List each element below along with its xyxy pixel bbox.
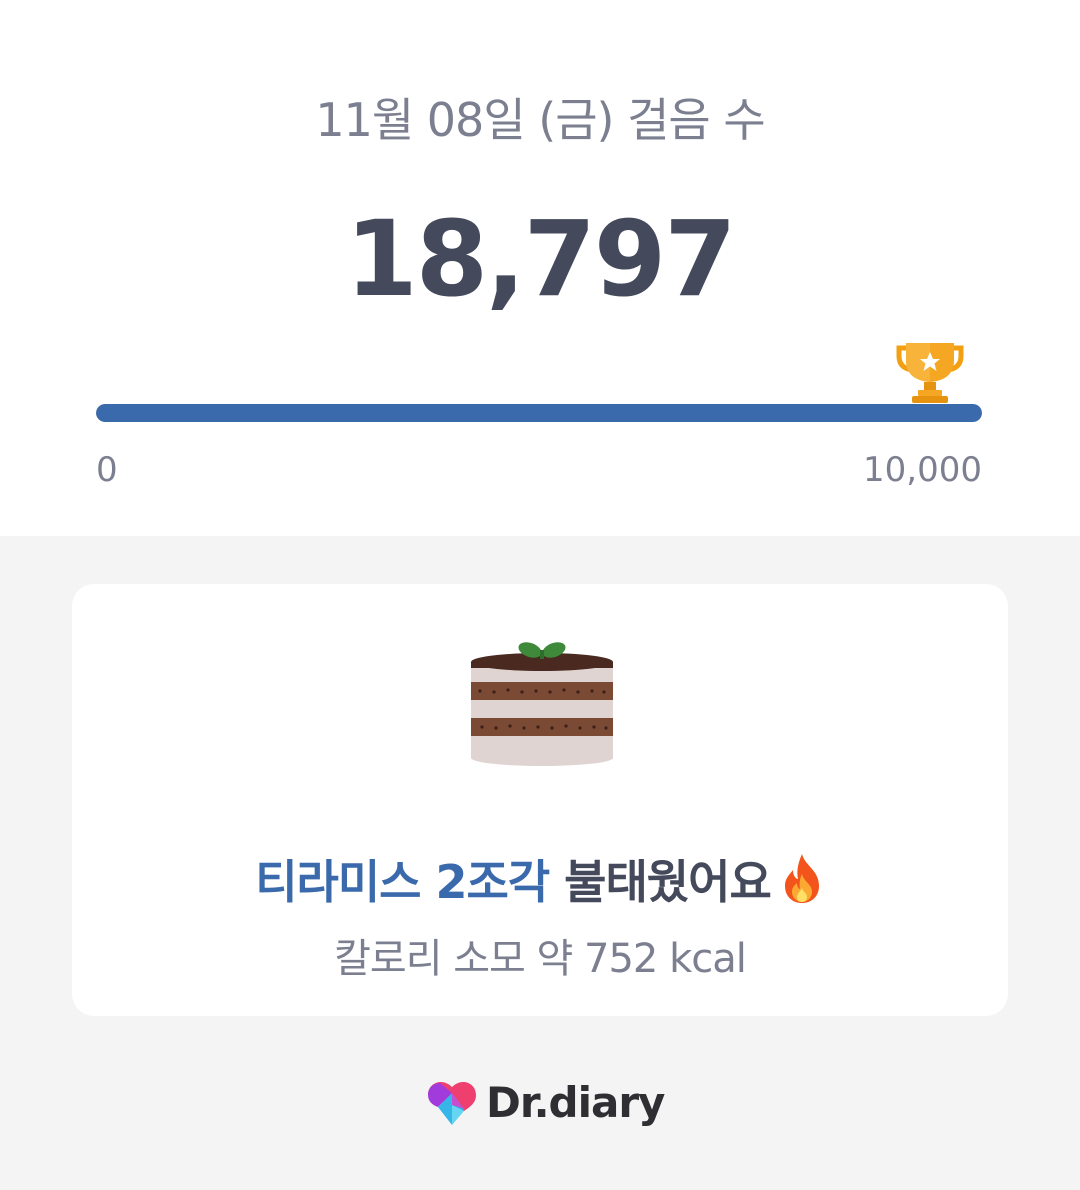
trophy-icon — [896, 343, 964, 403]
fire-icon — [784, 854, 819, 903]
progress-goal-label: 10,000 — [863, 450, 982, 490]
steps-count: 18,797 — [345, 198, 736, 320]
date-title: 11월 08일 (금) 걸음 수 — [315, 93, 765, 147]
calorie-burn-card: 티라미스 2조각 불태웠어요 칼로리 소모 약 752 kcal — [72, 584, 1008, 1016]
food-equivalent: 티라미스 2조각 — [255, 855, 550, 909]
steps-summary-section: 11월 08일 (금) 걸음 수 18,797 0 10,000 — [0, 0, 1080, 536]
steps-progress-bar — [96, 404, 982, 422]
heart-logo-icon — [428, 1081, 476, 1125]
brand-footer: Dr.diary — [424, 1074, 665, 1130]
steps-progress-fill — [96, 404, 982, 422]
brand-name: Dr.diary — [486, 1077, 665, 1127]
calorie-burned-text: 칼로리 소모 약 752 kcal — [334, 936, 747, 982]
progress-min-label: 0 — [96, 450, 118, 490]
calorie-headline: 티라미스 2조각 불태웠어요 — [72, 846, 1008, 912]
tiramisu-cake-icon — [471, 642, 613, 766]
headline-suffix: 불태웠어요 — [549, 855, 772, 909]
